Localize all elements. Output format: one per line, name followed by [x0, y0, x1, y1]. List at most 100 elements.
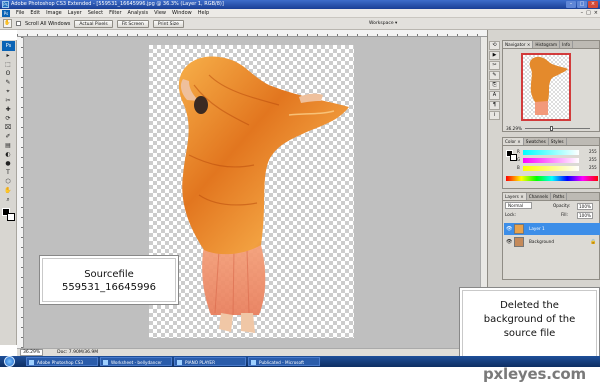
menu-image[interactable]: Image: [43, 9, 65, 18]
green-channel-value[interactable]: 255: [589, 157, 597, 162]
close-button[interactable]: ×: [588, 1, 598, 8]
crop-tool-icon[interactable]: ⌖: [2, 88, 14, 96]
fit-screen-button[interactable]: Fit Screen: [116, 19, 149, 28]
menu-window[interactable]: Window: [169, 9, 195, 18]
navigator-thumbnail-image: [529, 56, 568, 115]
taskbar-item-publication[interactable]: Publicated - Microsoft: [248, 357, 320, 366]
layers-tabs: Layers × Channels Paths: [503, 193, 599, 201]
eraser-tool-icon[interactable]: ⌧: [2, 124, 14, 132]
fill-field[interactable]: 100%: [577, 212, 593, 219]
taskbar-item-worksheet[interactable]: Worksheet - bellydancer: [100, 357, 172, 366]
dodge-tool-icon[interactable]: ◐: [2, 151, 14, 159]
menu-view[interactable]: View: [151, 9, 169, 18]
lasso-tool-icon[interactable]: ʘ: [2, 70, 14, 78]
doc-minimize-button[interactable]: –: [581, 10, 584, 16]
tab-swatches[interactable]: Swatches: [524, 138, 549, 145]
opacity-label: Opacity:: [553, 203, 571, 208]
actions-icon[interactable]: ▶: [489, 51, 500, 60]
minimize-button[interactable]: –: [566, 1, 576, 8]
blue-channel-label: B: [517, 165, 520, 170]
menu-analysis[interactable]: Analysis: [125, 9, 152, 18]
clone-source-icon[interactable]: ⎘: [489, 81, 500, 90]
maximize-button[interactable]: □: [577, 1, 587, 8]
doc-restore-button[interactable]: □: [586, 10, 591, 16]
taskbar-item-photoshop[interactable]: Adobe Photoshop CS3: [26, 357, 98, 366]
fill-label: Fill:: [561, 212, 569, 217]
healing-tool-icon[interactable]: ✚: [2, 106, 14, 114]
collapsed-panel-icons: ⟲ ▶ ✂ ✎ ⎘ A ¶ i: [487, 40, 502, 140]
menu-file[interactable]: File: [13, 9, 27, 18]
document-canvas[interactable]: [149, 45, 354, 338]
green-channel-slider[interactable]: G 255: [517, 157, 597, 163]
pen-tool-icon[interactable]: ●: [2, 160, 14, 168]
ps-logo-icon: Ps: [2, 9, 10, 17]
menu-edit[interactable]: Edit: [27, 9, 43, 18]
tab-histogram[interactable]: Histogram: [533, 41, 561, 48]
hand-icon[interactable]: ✋: [3, 19, 12, 28]
history-brush-tool-icon[interactable]: ⟳: [2, 115, 14, 123]
menu-help[interactable]: Help: [195, 9, 212, 18]
tab-paths[interactable]: Paths: [551, 193, 568, 200]
layer-row-background[interactable]: 👁 Background 🔒: [504, 236, 600, 248]
marquee-tool-icon[interactable]: ⬚: [2, 61, 14, 69]
navigator-zoom-slider[interactable]: [525, 126, 590, 131]
layer-thumbnail: [514, 237, 524, 247]
blue-channel-slider[interactable]: B 255: [517, 165, 597, 171]
start-button[interactable]: [4, 356, 15, 367]
gradient-tool-icon[interactable]: ▤: [2, 142, 14, 150]
scroll-all-windows-checkbox[interactable]: [16, 21, 21, 26]
tab-styles[interactable]: Styles: [549, 138, 567, 145]
history-icon[interactable]: ⟲: [489, 41, 500, 50]
navigator-preview[interactable]: [521, 53, 571, 121]
tool-presets-icon[interactable]: ✂: [489, 61, 500, 70]
blend-mode-select[interactable]: Normal: [505, 202, 533, 209]
zoom-field[interactable]: 36.29%: [20, 349, 44, 356]
visibility-eye-icon[interactable]: 👁: [506, 236, 512, 248]
info-icon[interactable]: i: [489, 111, 500, 120]
tab-info[interactable]: Info: [560, 41, 574, 48]
workspace-dropdown[interactable]: Workspace ▾: [369, 20, 397, 28]
move-tool-icon[interactable]: ▸: [2, 52, 14, 60]
menu-layer[interactable]: Layer: [65, 9, 85, 18]
source-file-note: Sourcefile 559531_16645996: [39, 255, 179, 305]
red-channel-slider[interactable]: R 255: [517, 149, 597, 155]
blue-channel-value[interactable]: 255: [589, 165, 597, 170]
zoom-slider-knob[interactable]: [550, 126, 553, 131]
visibility-eye-icon[interactable]: 👁: [506, 223, 512, 235]
doc-size-info[interactable]: Doc: 7.90M/36.9M: [57, 349, 98, 356]
layer-name[interactable]: Layer 1: [529, 223, 545, 235]
shape-tool-icon[interactable]: ⬡: [2, 178, 14, 186]
opacity-field[interactable]: 100%: [577, 203, 593, 210]
red-channel-value[interactable]: 255: [589, 149, 597, 154]
slice-tool-icon[interactable]: ✂: [2, 97, 14, 105]
menu-select[interactable]: Select: [85, 9, 106, 18]
tab-navigator[interactable]: Navigator ×: [503, 41, 534, 48]
layer-row-layer-1[interactable]: 👁 Layer 1: [504, 223, 600, 235]
print-size-button[interactable]: Print Size: [152, 19, 184, 28]
layer-name[interactable]: Background: [529, 236, 554, 248]
document-window-controls: – □ ×: [581, 10, 598, 16]
color-swatches[interactable]: [2, 208, 15, 221]
navigator-zoom-value[interactable]: 36.29%: [506, 126, 522, 131]
source-note-text: Sourcefile 559531_16645996: [40, 268, 178, 294]
taskbar-item-piano-player[interactable]: PIANO PLAYER: [174, 357, 246, 366]
quick-select-tool-icon[interactable]: ✎: [2, 79, 14, 87]
actual-pixels-button[interactable]: Actual Pixels: [74, 19, 113, 28]
menu-filter[interactable]: Filter: [106, 9, 124, 18]
color-background-chip[interactable]: [510, 154, 517, 161]
zoom-tool-icon[interactable]: ⌕: [2, 196, 14, 204]
color-spectrum-bar[interactable]: [506, 176, 598, 181]
character-icon[interactable]: A: [489, 91, 500, 100]
paragraph-icon[interactable]: ¶: [489, 101, 500, 110]
tab-layers[interactable]: Layers ×: [503, 193, 527, 200]
horizontal-ruler: [17, 30, 487, 37]
type-tool-icon[interactable]: T: [2, 169, 14, 177]
lock-label: Lock:: [505, 212, 516, 217]
doc-close-button[interactable]: ×: [594, 10, 598, 16]
brushes-icon[interactable]: ✎: [489, 71, 500, 80]
tab-channels[interactable]: Channels: [527, 193, 552, 200]
background-color[interactable]: [7, 213, 15, 221]
hand-tool-icon[interactable]: ✋: [2, 187, 14, 195]
brush-tool-icon[interactable]: ✐: [2, 133, 14, 141]
tab-color[interactable]: Color ×: [503, 138, 524, 145]
